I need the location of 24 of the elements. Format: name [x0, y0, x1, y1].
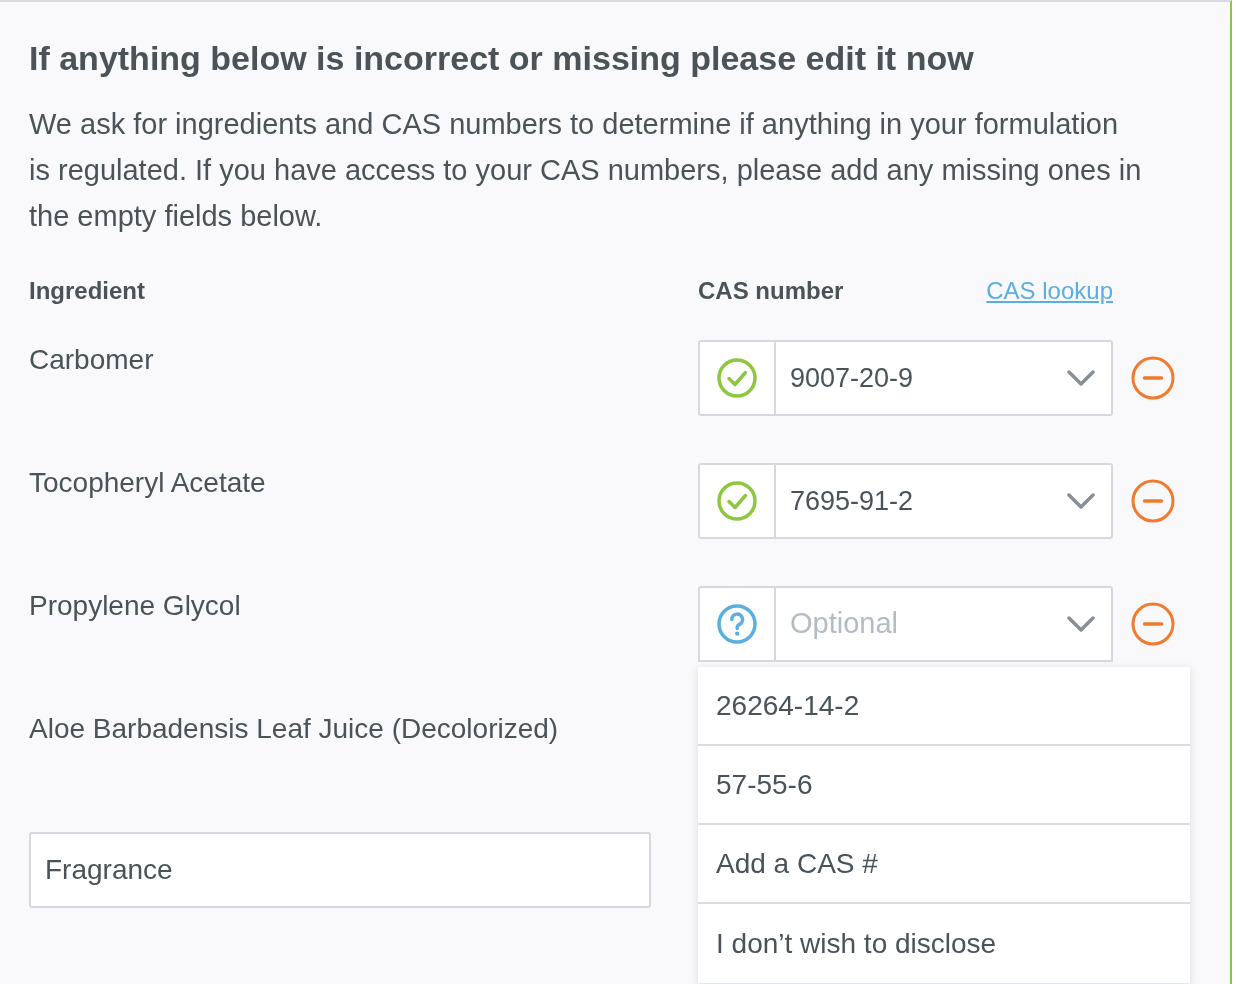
ingredient-name: Propylene Glycol — [29, 590, 241, 622]
intro-text: We ask for ingredients and CAS numbers to determine if anything in your formulation is regulated. If you have access to your CAS numbers, please add any missing ones in the empty fields below. — [29, 107, 1143, 234]
ingredient-name: Aloe Barbadensis Leaf Juice (Decolorized) — [29, 713, 559, 745]
chevron-down-icon — [1067, 615, 1095, 633]
minus-circle-icon — [1131, 479, 1175, 523]
cas-select[interactable]: 7695-91-2 — [698, 463, 1113, 539]
ingredient-name: Tocopheryl Acetate — [29, 467, 266, 499]
remove-button[interactable] — [1131, 356, 1175, 400]
column-header: CAS number — [698, 276, 844, 306]
menu-option[interactable]: 26264-14-2 — [698, 667, 1190, 746]
minus-circle-icon — [1131, 602, 1175, 646]
minus-circle-icon — [1131, 356, 1175, 400]
remove-button[interactable] — [1131, 602, 1175, 646]
menu-option[interactable]: I don’t wish to disclose — [698, 904, 1190, 983]
page-heading: If anything below is incorrect or missing please edit it now — [29, 38, 974, 79]
menu-option[interactable]: 57-55-6 — [698, 746, 1190, 825]
ingredient-name: Carbomer — [29, 344, 154, 376]
cas-select[interactable]: 9007-20-9 — [698, 340, 1113, 416]
chevron-down-icon — [1067, 492, 1095, 510]
ingredient-input[interactable]: Fragrance — [29, 832, 651, 908]
menu-option[interactable]: Add a CAS # — [698, 825, 1190, 904]
chevron-down-icon — [1067, 369, 1095, 387]
column-header: Ingredient — [29, 277, 145, 304]
remove-button[interactable] — [1131, 479, 1175, 523]
